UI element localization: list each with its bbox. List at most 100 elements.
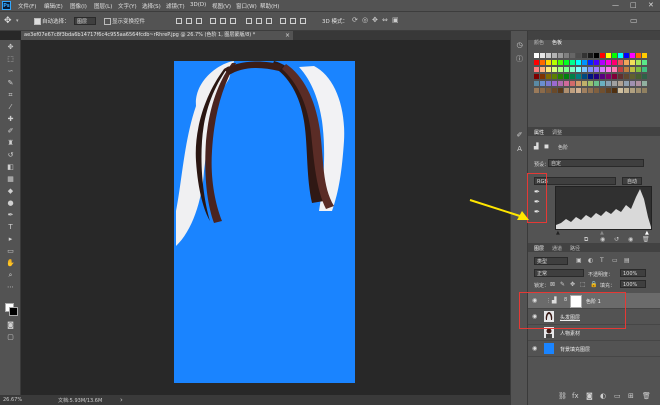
color-swatch[interactable]: [624, 53, 629, 58]
brush-tool-icon[interactable]: ✐: [6, 128, 15, 135]
color-swatch[interactable]: [624, 74, 629, 79]
color-swatch[interactable]: [582, 88, 587, 93]
filter-shape-icon[interactable]: ▭: [612, 257, 618, 264]
color-swatch[interactable]: [558, 74, 563, 79]
blur-tool-icon[interactable]: ◆: [6, 188, 15, 195]
tab-properties[interactable]: 属性: [534, 129, 544, 136]
filter-pixel-icon[interactable]: ▣: [576, 257, 582, 264]
color-swatch[interactable]: [612, 53, 617, 58]
color-swatch[interactable]: [600, 67, 605, 72]
color-swatch[interactable]: [546, 60, 551, 65]
menu-filter[interactable]: 滤镜(T): [166, 2, 185, 10]
color-swatch[interactable]: [624, 88, 629, 93]
opacity-field[interactable]: 100%: [620, 269, 646, 277]
color-swatch[interactable]: [576, 81, 581, 86]
crop-tool-icon[interactable]: ⌗: [6, 92, 15, 99]
color-swatch[interactable]: [612, 60, 617, 65]
color-swatch[interactable]: [540, 81, 545, 86]
color-swatch[interactable]: [558, 53, 563, 58]
color-swatch[interactable]: [558, 60, 563, 65]
color-swatch[interactable]: [618, 74, 623, 79]
marquee-tool-icon[interactable]: ⬚: [6, 56, 15, 63]
align-right-icon[interactable]: [230, 18, 236, 24]
align-middle-icon[interactable]: [186, 18, 192, 24]
color-swatch[interactable]: [606, 67, 611, 72]
color-swatch[interactable]: [564, 88, 569, 93]
color-swatch[interactable]: [564, 67, 569, 72]
lock-pixels-icon[interactable]: ⊠: [550, 281, 555, 288]
midtone-slider[interactable]: ▲: [600, 230, 604, 236]
document-tab[interactable]: ae3ef07e67c8f3bda6b14717f6c4c955aa6564fc…: [21, 31, 293, 40]
color-swatch[interactable]: [624, 60, 629, 65]
3d-scale-icon[interactable]: ▣: [392, 16, 399, 24]
color-swatch[interactable]: [588, 67, 593, 72]
layer-row-background[interactable]: ◉ 背景填充图层: [528, 341, 660, 357]
maximize-button[interactable]: □: [630, 1, 637, 9]
color-swatch[interactable]: [582, 60, 587, 65]
color-swatch[interactable]: [636, 81, 641, 86]
levels-histogram[interactable]: [555, 186, 652, 230]
color-swatch[interactable]: [612, 67, 617, 72]
chevron-down-icon[interactable]: ▾: [16, 18, 19, 24]
layer-name[interactable]: 背景填充图层: [560, 346, 590, 353]
color-swatch[interactable]: [606, 53, 611, 58]
new-group-icon[interactable]: ▭: [614, 392, 621, 400]
move-tool-icon[interactable]: ✥: [6, 44, 15, 51]
color-swatch[interactable]: [570, 53, 575, 58]
eye-icon[interactable]: ◉: [532, 345, 537, 352]
clone-stamp-tool-icon[interactable]: ♜: [6, 140, 15, 147]
color-swatch[interactable]: [540, 67, 545, 72]
color-swatch[interactable]: [564, 81, 569, 86]
color-swatch[interactable]: [600, 81, 605, 86]
align-center-icon[interactable]: [220, 18, 226, 24]
rectangle-tool-icon[interactable]: ▭: [6, 248, 15, 255]
color-swatch[interactable]: [546, 74, 551, 79]
color-swatch[interactable]: [576, 60, 581, 65]
color-swatch[interactable]: [588, 81, 593, 86]
color-swatch[interactable]: [594, 88, 599, 93]
tab-channels[interactable]: 通道: [552, 245, 562, 252]
color-swatch[interactable]: [546, 67, 551, 72]
distribute-center-icon[interactable]: [290, 18, 296, 24]
menu-image[interactable]: 图像(I): [70, 2, 87, 10]
color-swatch[interactable]: [630, 53, 635, 58]
color-swatch[interactable]: [582, 53, 587, 58]
color-swatch[interactable]: [558, 81, 563, 86]
3d-pan-icon[interactable]: ✥: [372, 16, 378, 24]
color-swatch[interactable]: [558, 88, 563, 93]
color-swatch[interactable]: [612, 88, 617, 93]
menu-file[interactable]: 文件(F): [18, 2, 36, 10]
color-swatch[interactable]: [606, 81, 611, 86]
eyedropper-tool-icon[interactable]: ⁄: [6, 104, 15, 111]
close-button[interactable]: ✕: [648, 1, 654, 9]
color-swatch[interactable]: [540, 60, 545, 65]
auto-select-checkbox[interactable]: [34, 18, 41, 25]
character-panel-icon[interactable]: A: [515, 145, 524, 153]
info-panel-icon[interactable]: ⓘ: [515, 55, 524, 63]
color-swatch[interactable]: [594, 67, 599, 72]
3d-rotate-icon[interactable]: ⟳: [352, 16, 358, 24]
color-swatch[interactable]: [636, 67, 641, 72]
color-swatch[interactable]: [606, 60, 611, 65]
eraser-tool-icon[interactable]: ◧: [6, 164, 15, 171]
color-swatch[interactable]: [540, 74, 545, 79]
link-layers-icon[interactable]: ⛓: [558, 392, 567, 400]
filter-smart-icon[interactable]: ▤: [624, 257, 630, 264]
auto-button[interactable]: 自动: [622, 177, 642, 185]
color-swatch[interactable]: [576, 53, 581, 58]
align-bottom-icon[interactable]: [196, 18, 202, 24]
lock-position-icon[interactable]: ✥: [570, 281, 575, 288]
color-swatch[interactable]: [534, 53, 539, 58]
show-transform-checkbox[interactable]: [104, 18, 111, 25]
auto-select-dropdown[interactable]: 图层: [74, 17, 96, 25]
color-swatch[interactable]: [630, 74, 635, 79]
color-swatch[interactable]: [642, 88, 647, 93]
color-swatch[interactable]: [582, 74, 587, 79]
color-swatch[interactable]: [546, 81, 551, 86]
gradient-tool-icon[interactable]: ▦: [6, 176, 15, 183]
color-swatch[interactable]: [570, 74, 575, 79]
color-swatch[interactable]: [594, 53, 599, 58]
3d-slide-icon[interactable]: ⇔: [382, 16, 388, 24]
distribute-middle-icon[interactable]: [256, 18, 262, 24]
more-tools-icon[interactable]: ⋯: [6, 284, 15, 291]
